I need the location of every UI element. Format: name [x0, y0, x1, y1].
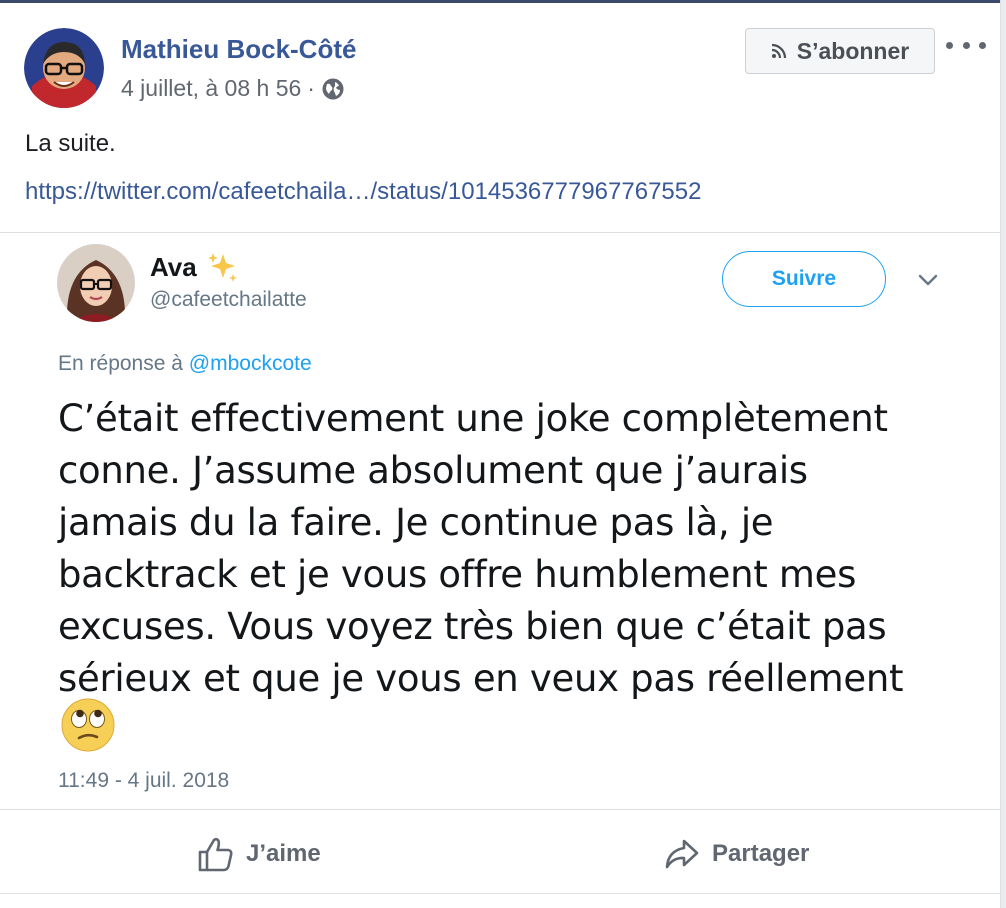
reply-mention-link[interactable]: @mbockcote: [189, 352, 312, 375]
tweet-line: sérieux et que je vous en veux pas réell…: [58, 657, 904, 700]
author-name[interactable]: Mathieu Bock-Côté: [121, 34, 356, 65]
bottom-divider: [0, 893, 1000, 894]
tweet-author-label: Ava: [150, 251, 197, 282]
tweet-follow-button[interactable]: Suivre: [722, 251, 886, 307]
post-link[interactable]: https://twitter.com/cafeetchaila…/status…: [25, 178, 701, 206]
tweet-reply-context: En réponse à @mbockcote: [58, 352, 312, 376]
reply-prefix: En réponse à: [58, 352, 183, 375]
post-text: La suite.: [25, 130, 116, 157]
share-arrow-icon: [665, 839, 699, 869]
subscribe-button[interactable]: S’abonner: [745, 28, 935, 74]
tweet-author-handle[interactable]: @cafeetchailatte: [150, 288, 307, 312]
tweet-line: excuses. Vous voyez très bien que c’étai…: [58, 605, 887, 648]
globe-icon[interactable]: [321, 77, 345, 101]
sparkles-icon: [205, 250, 239, 284]
tweet-text: C’était effectivement une joke complètem…: [58, 393, 958, 705]
eye-roll-emoji: [60, 697, 116, 753]
tweet-line: conne. J’assume absolument que j’aurais: [58, 449, 808, 492]
like-label: J’aime: [246, 840, 321, 867]
author-avatar[interactable]: [24, 28, 104, 108]
like-button[interactable]: J’aime: [196, 829, 321, 879]
more-options-icon[interactable]: [946, 34, 986, 56]
meta-separator: ·: [307, 75, 315, 101]
tweet-author-name[interactable]: Ava: [150, 250, 239, 284]
tweet-author-avatar[interactable]: [57, 244, 135, 322]
share-button[interactable]: Partager: [664, 829, 809, 879]
tweet-line: backtrack et je vous offre humblement me…: [58, 553, 857, 596]
rss-icon: [771, 43, 786, 59]
post-meta: 4 juillet, à 08 h 56 ·: [121, 75, 345, 102]
chevron-down-icon[interactable]: [915, 270, 941, 290]
scrollbar-edge: [1000, 0, 1006, 908]
subscribe-label: S’abonner: [796, 37, 910, 64]
tweet-line: jamais du la faire. Je continue pas là, …: [58, 501, 774, 544]
share-label: Partager: [712, 840, 810, 867]
tweet-timestamp[interactable]: 11:49 - 4 juil. 2018: [58, 769, 229, 793]
tweet-line: C’était effectivement une joke complètem…: [58, 397, 888, 440]
thumbs-up-icon: [198, 837, 233, 872]
post-timestamp[interactable]: 4 juillet, à 08 h 56: [121, 75, 301, 102]
